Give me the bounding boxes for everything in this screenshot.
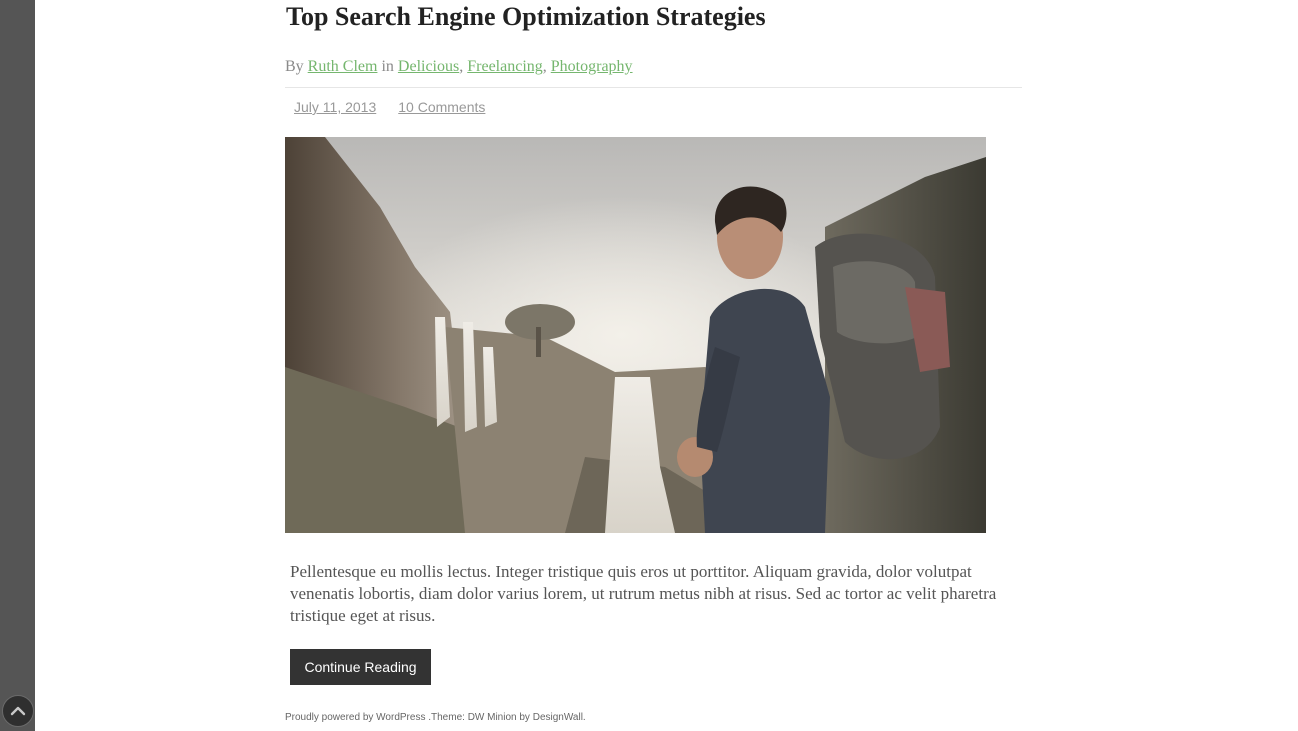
comments-link[interactable]: 10 Comments <box>398 99 485 115</box>
continue-reading-button[interactable]: Continue Reading <box>290 649 431 685</box>
back-to-top-button[interactable] <box>2 695 34 727</box>
footer-text-end: . <box>582 712 586 723</box>
author-link[interactable]: Ruth Clem <box>308 58 378 75</box>
featured-image-hiker-waterfall <box>285 137 986 533</box>
category-link-photography[interactable]: Photography <box>551 58 633 75</box>
footer-text-powered: Proudly powered by <box>285 712 377 723</box>
left-sidebar-strip <box>0 0 35 731</box>
post-meta: July 11, 2013 10 Comments <box>294 98 485 116</box>
featured-image[interactable] <box>285 137 986 533</box>
site-footer: Proudly powered by WordPress .Theme: DW … <box>285 711 586 725</box>
designwall-link[interactable]: DesignWall <box>533 712 583 723</box>
post-title[interactable]: Top Search Engine Optimization Strategie… <box>286 0 766 34</box>
footer-text-theme: .Theme: DW Minion by <box>425 712 533 723</box>
chevron-up-icon <box>10 706 26 716</box>
category-link-delicious[interactable]: Delicious <box>398 58 459 75</box>
byline-divider <box>285 87 1022 88</box>
post-date-link[interactable]: July 11, 2013 <box>294 99 376 115</box>
by-prefix: By <box>285 58 304 75</box>
in-word: in <box>381 58 394 75</box>
category-link-freelancing[interactable]: Freelancing <box>467 58 543 75</box>
wordpress-link[interactable]: WordPress <box>376 712 425 723</box>
post-excerpt: Pellentesque eu mollis lectus. Integer t… <box>290 562 997 625</box>
post-byline: By Ruth Clem in Delicious, Freelancing, … <box>285 58 633 75</box>
